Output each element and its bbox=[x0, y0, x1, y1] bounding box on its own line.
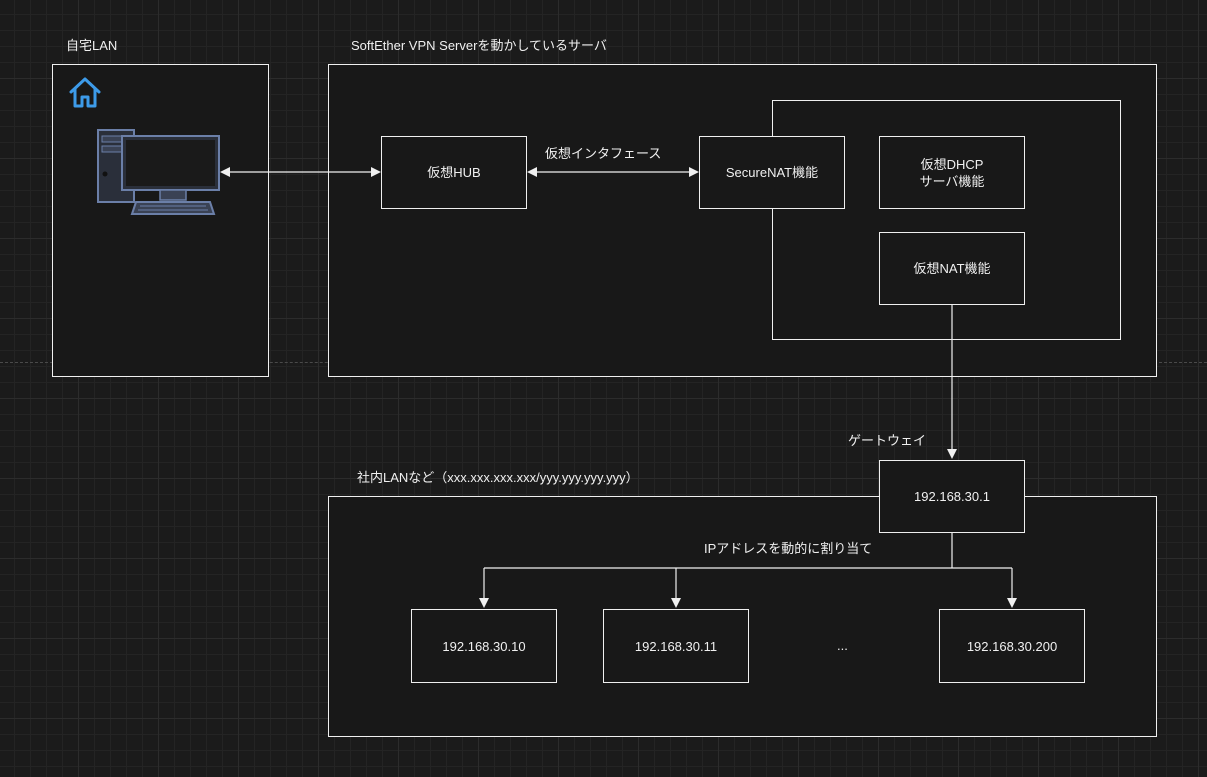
connector-layer bbox=[220, 167, 1017, 608]
gateway-to-hosts-connector bbox=[484, 533, 1012, 569]
